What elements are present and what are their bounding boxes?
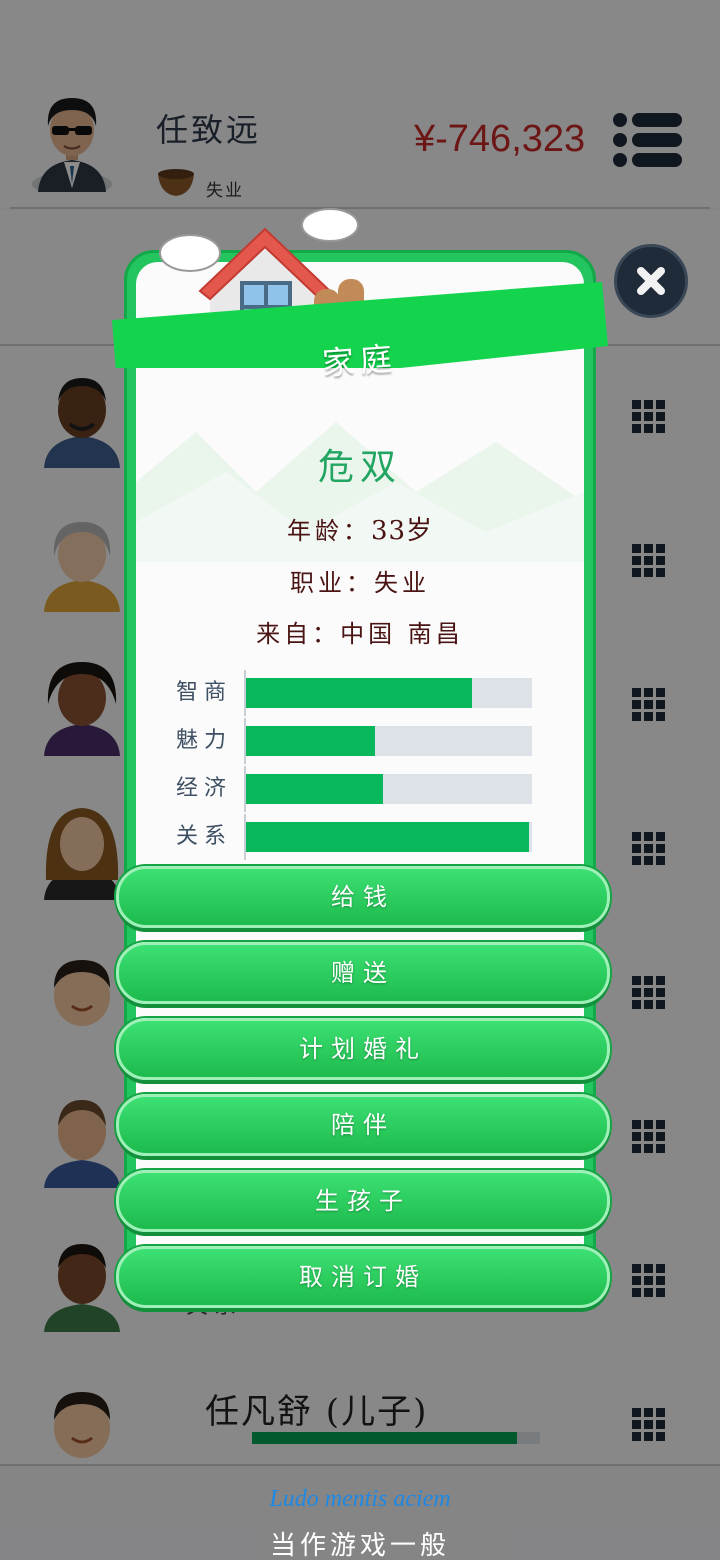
game-screen: 任致远 失业 ¥-746,323 任凡舒 (儿子) 家庭 危双 年龄：33岁 职… <box>0 0 720 1560</box>
stat-row: 关系 <box>176 814 536 860</box>
age-label: 年龄： <box>286 517 371 545</box>
age-value: 33岁 <box>370 516 434 546</box>
stat-label: 关系 <box>176 824 233 849</box>
origin-row: 来自：中国 南昌 <box>124 614 596 649</box>
dialog-title: 家庭 <box>320 339 400 383</box>
close-button[interactable] <box>614 244 688 318</box>
stat-row: 魅力 <box>176 718 536 764</box>
stat-label: 智商 <box>176 680 233 705</box>
job-row: 职业：失业 <box>124 563 596 598</box>
stat-fill <box>246 726 375 756</box>
accompany-button[interactable]: 陪伴 <box>116 1094 610 1156</box>
stat-row: 智商 <box>176 670 536 716</box>
footer-motto-latin: Ludo mentis aciem <box>269 1486 451 1512</box>
stat-fill <box>246 774 384 804</box>
cancel-engagement-button[interactable]: 取消订婚 <box>116 1246 610 1308</box>
stat-label: 魅力 <box>176 728 233 753</box>
stat-bar <box>246 726 532 756</box>
job-value: 失业 <box>374 569 430 597</box>
stat-bar <box>246 678 532 708</box>
stat-fill <box>246 678 472 708</box>
stat-label: 经济 <box>176 776 233 801</box>
close-icon <box>637 267 665 295</box>
origin-label: 来自： <box>256 620 341 648</box>
give-money-button[interactable]: 给钱 <box>116 866 610 928</box>
job-label: 职业： <box>290 569 374 597</box>
plan-wedding-button[interactable]: 计划婚礼 <box>116 1018 610 1080</box>
age-row: 年龄：33岁 <box>124 510 596 547</box>
stat-bar <box>246 822 532 852</box>
member-name: 危双 <box>317 447 402 488</box>
stat-bar <box>246 774 532 804</box>
gift-button[interactable]: 赠送 <box>116 942 610 1004</box>
stat-row: 经济 <box>176 766 536 812</box>
have-child-button[interactable]: 生孩子 <box>116 1170 610 1232</box>
stat-fill <box>246 822 530 852</box>
footer-motto-zh: 当作游戏一般 <box>269 1531 450 1560</box>
origin-value: 中国 南昌 <box>340 620 464 648</box>
